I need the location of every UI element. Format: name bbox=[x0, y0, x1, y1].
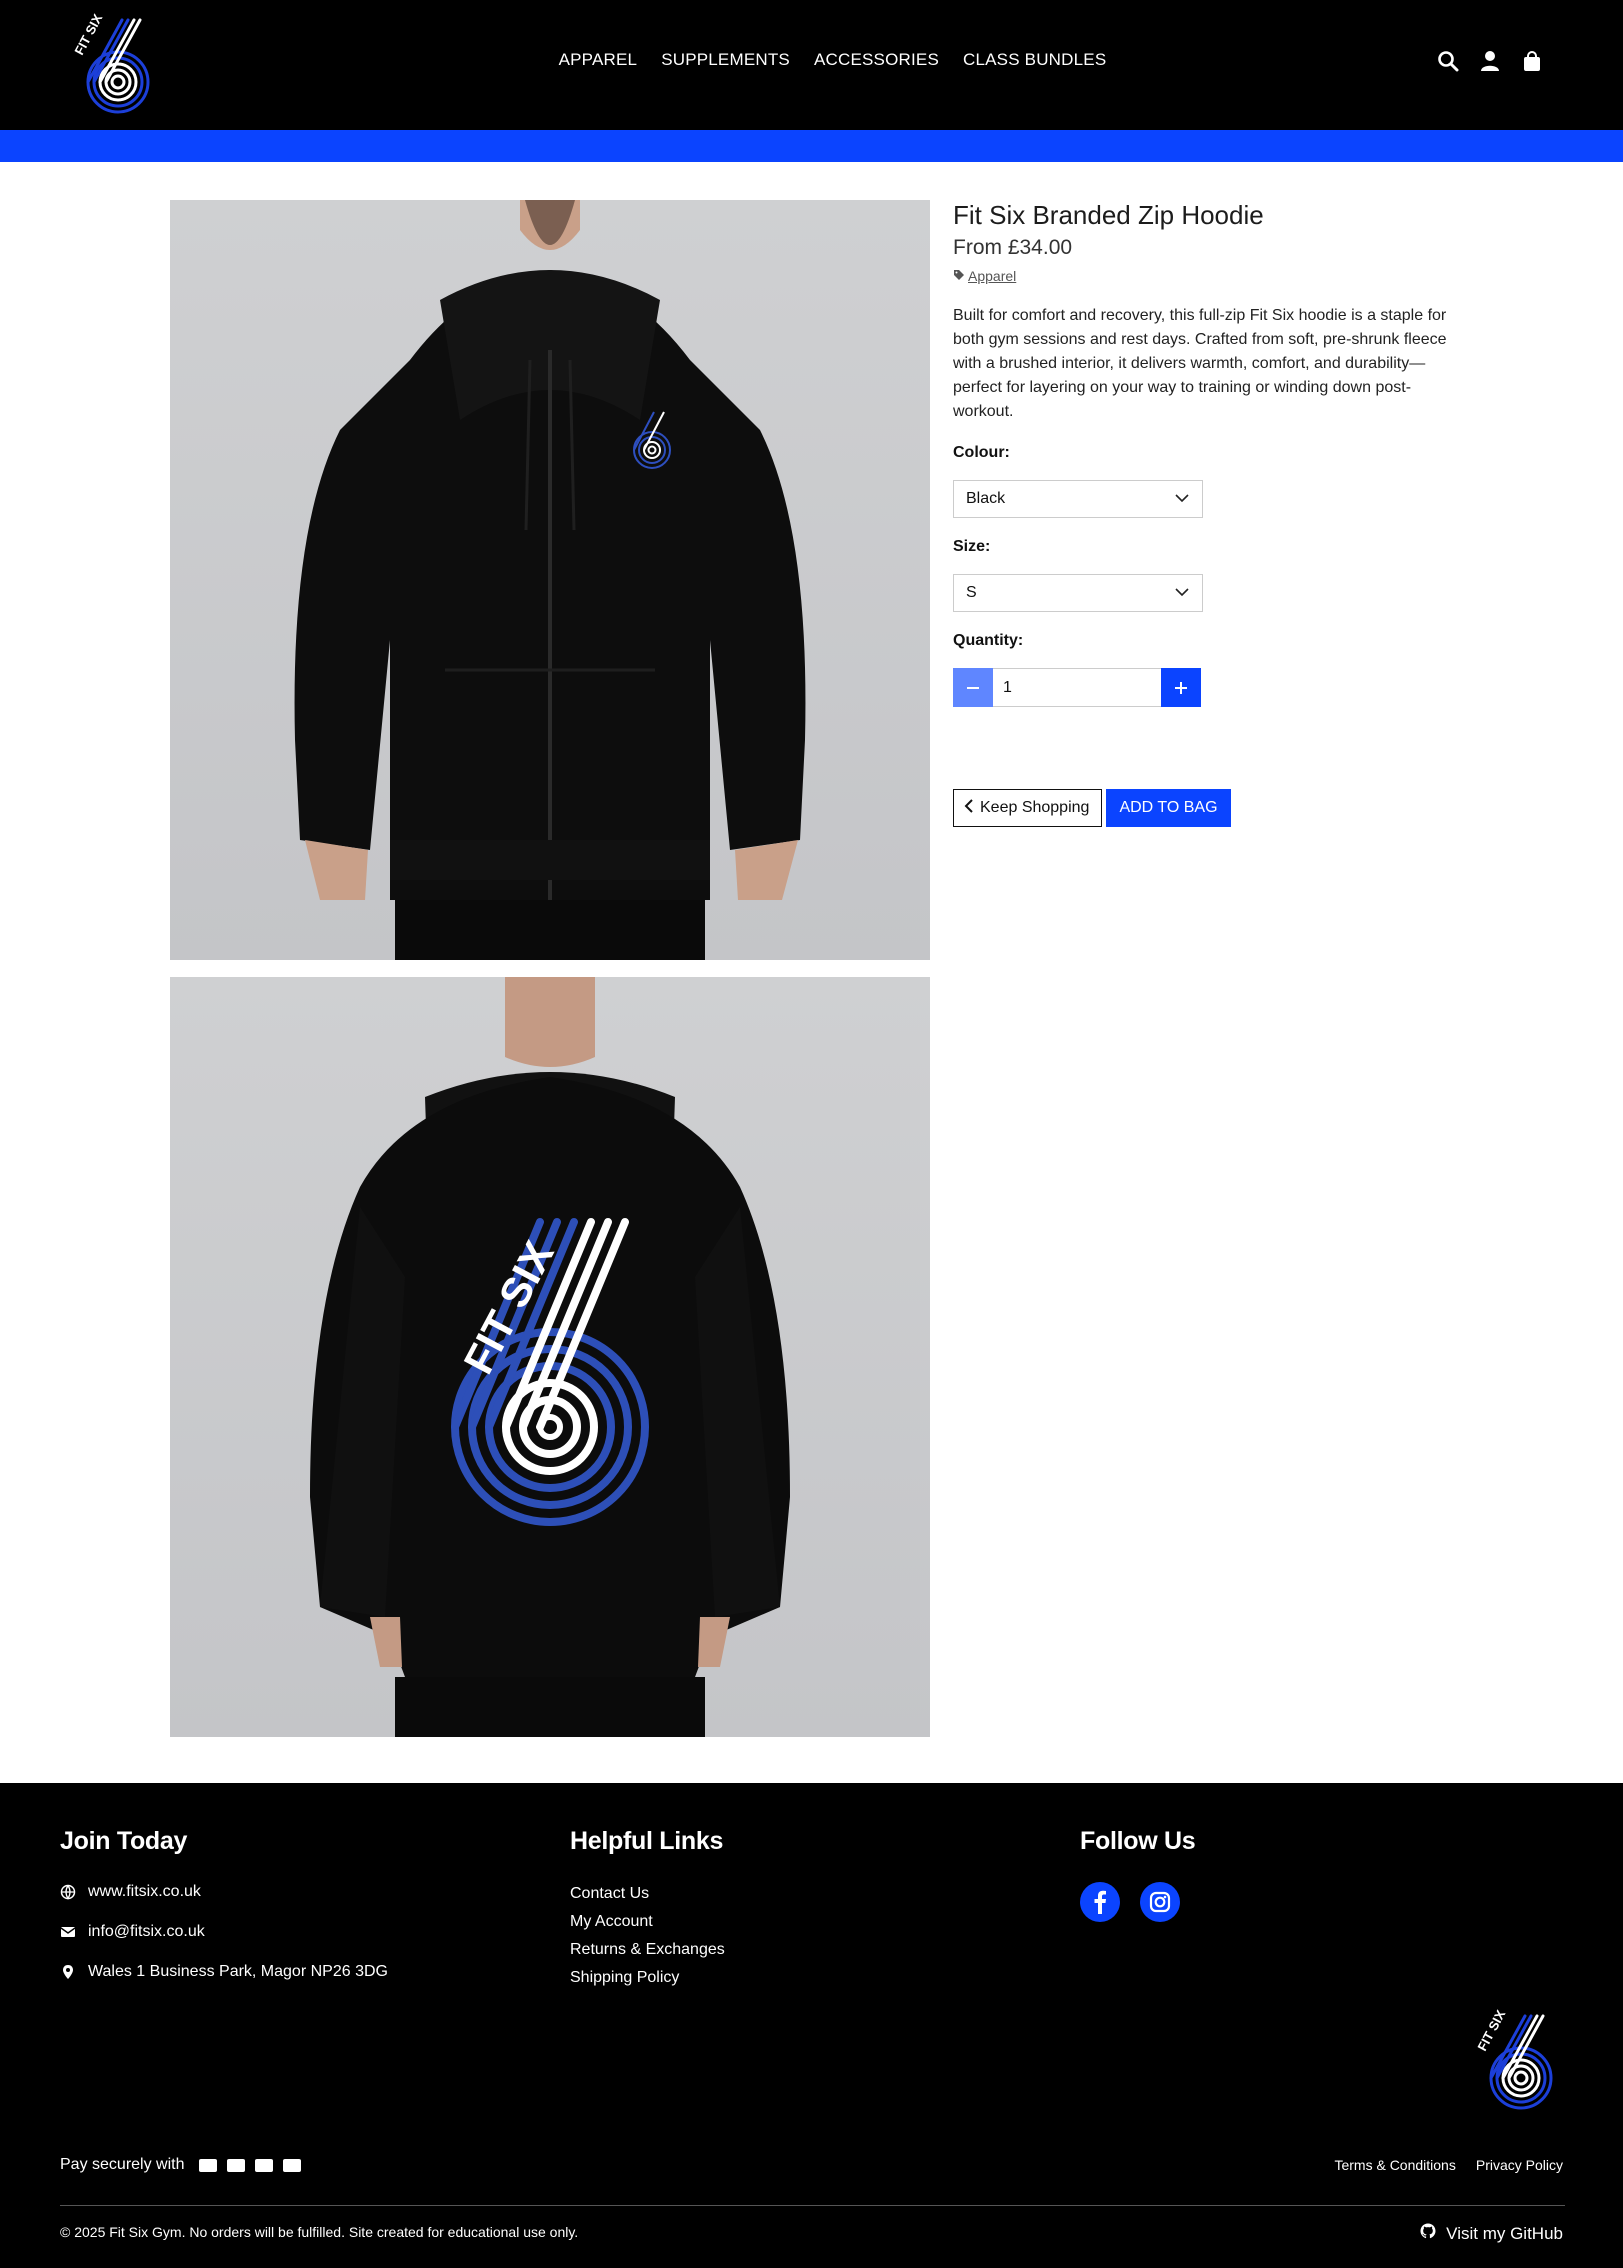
address-row: Wales 1 Business Park, Magor NP26 3DG bbox=[60, 1962, 388, 1982]
size-selected-value: S bbox=[966, 584, 977, 601]
email-text: info@fitsix.co.uk bbox=[88, 1923, 205, 1940]
privacy-link[interactable]: Privacy Policy bbox=[1476, 2157, 1563, 2173]
footer-follow-column: Follow Us bbox=[1080, 1827, 1196, 1922]
product-description: Built for comfort and recovery, this ful… bbox=[953, 307, 1447, 420]
chevron-down-icon bbox=[1174, 490, 1190, 506]
size-label: Size: bbox=[953, 538, 991, 555]
product-price: From £34.00 bbox=[953, 236, 1073, 259]
quantity-input[interactable]: 1 bbox=[993, 668, 1161, 707]
contact-list: www.fitsix.co.uk info@fitsix.co.uk Wales… bbox=[60, 1882, 388, 1982]
header-actions bbox=[1437, 50, 1543, 72]
email-row[interactable]: info@fitsix.co.uk bbox=[60, 1922, 388, 1942]
map-pin-icon bbox=[60, 1964, 76, 1980]
card-icons bbox=[198, 2158, 301, 2172]
svg-text:FIT SIX: FIT SIX bbox=[1474, 2008, 1508, 2053]
website-text: www.fitsix.co.uk bbox=[88, 1883, 201, 1900]
footer-helpful-column: Helpful Links Contact Us My Account Retu… bbox=[570, 1827, 725, 1992]
pay-label: Pay securely with bbox=[60, 2156, 185, 2173]
chevron-left-icon bbox=[964, 798, 974, 818]
main-nav: APPAREL SUPPLEMENTS ACCESSORIES CLASS BU… bbox=[0, 50, 1623, 70]
copyright-text: © 2025 Fit Six Gym. No orders will be fu… bbox=[60, 2224, 579, 2240]
size-select[interactable]: S bbox=[953, 574, 1203, 612]
bag-icon[interactable] bbox=[1521, 50, 1543, 72]
visa-icon bbox=[198, 2158, 217, 2172]
increment-button[interactable] bbox=[1161, 668, 1201, 707]
payment-methods: Pay securely with bbox=[60, 2156, 301, 2174]
envelope-icon bbox=[60, 1924, 76, 1940]
product-actions: Keep Shopping ADD TO BAG bbox=[953, 789, 1231, 827]
card-icon bbox=[282, 2158, 301, 2172]
tag-icon bbox=[953, 268, 965, 284]
instagram-icon[interactable] bbox=[1140, 1882, 1180, 1922]
footer-link-shipping[interactable]: Shipping Policy bbox=[570, 1964, 725, 1992]
facebook-icon[interactable] bbox=[1080, 1882, 1120, 1922]
hoodie-front-photo[interactable] bbox=[170, 200, 930, 960]
footer-fit-six-logo: FIT SIX bbox=[1473, 2007, 1563, 2112]
colour-label: Colour: bbox=[953, 444, 1010, 461]
product-title: Fit Six Branded Zip Hoodie bbox=[953, 200, 1264, 230]
footer-link-account[interactable]: My Account bbox=[570, 1908, 725, 1936]
nav-accessories[interactable]: ACCESSORIES bbox=[814, 50, 939, 70]
site-footer: Join Today www.fitsix.co.uk info@fitsix.… bbox=[0, 1783, 1623, 2268]
category-link[interactable]: Apparel bbox=[968, 268, 1016, 284]
website-row[interactable]: www.fitsix.co.uk bbox=[60, 1882, 388, 1902]
nav-class-bundles[interactable]: CLASS BUNDLES bbox=[963, 50, 1106, 70]
footer-divider bbox=[60, 2205, 1565, 2206]
quantity-label: Quantity: bbox=[953, 632, 1024, 649]
github-label: Visit my GitHub bbox=[1446, 2223, 1563, 2243]
mastercard-icon bbox=[226, 2158, 245, 2172]
github-link[interactable]: Visit my GitHub bbox=[1420, 2223, 1563, 2244]
helpful-links: Contact Us My Account Returns & Exchange… bbox=[570, 1880, 725, 1992]
join-heading: Join Today bbox=[60, 1827, 188, 1855]
search-icon[interactable] bbox=[1437, 50, 1459, 72]
user-icon[interactable] bbox=[1479, 50, 1501, 72]
amex-icon bbox=[254, 2158, 273, 2172]
site-header: FIT SIX APPAREL SUPPLEMENTS ACCESSORIES … bbox=[0, 0, 1623, 130]
footer-join-column: Join Today www.fitsix.co.uk info@fitsix.… bbox=[60, 1827, 388, 2002]
legal-links: Terms & Conditions Privacy Policy bbox=[1334, 2157, 1563, 2173]
social-links bbox=[1080, 1882, 1195, 1922]
terms-link[interactable]: Terms & Conditions bbox=[1334, 2157, 1455, 2173]
nav-apparel[interactable]: APPAREL bbox=[559, 50, 638, 70]
address-text: Wales 1 Business Park, Magor NP26 3DG bbox=[88, 1963, 388, 1980]
product-details: Fit Six Branded Zip Hoodie From £34.00 A… bbox=[953, 200, 1453, 827]
chevron-down-icon bbox=[1174, 584, 1190, 600]
footer-link-contact[interactable]: Contact Us bbox=[570, 1880, 725, 1908]
add-to-bag-button[interactable]: ADD TO BAG bbox=[1106, 789, 1231, 827]
hoodie-back-photo[interactable]: FIT SIX bbox=[170, 977, 930, 1737]
promo-bar bbox=[0, 130, 1623, 162]
helpful-heading: Helpful Links bbox=[570, 1827, 724, 1855]
github-icon bbox=[1420, 2223, 1436, 2244]
keep-shopping-button[interactable]: Keep Shopping bbox=[953, 789, 1103, 827]
quantity-stepper: 1 bbox=[953, 668, 1453, 707]
follow-heading: Follow Us bbox=[1080, 1827, 1196, 1855]
globe-icon bbox=[60, 1884, 76, 1900]
decrement-button[interactable] bbox=[953, 668, 993, 707]
product-category: Apparel bbox=[953, 268, 1453, 284]
colour-selected-value: Black bbox=[966, 490, 1006, 507]
nav-supplements[interactable]: SUPPLEMENTS bbox=[661, 50, 790, 70]
colour-select[interactable]: Black bbox=[953, 480, 1203, 518]
keep-shopping-label: Keep Shopping bbox=[980, 799, 1090, 816]
footer-link-returns[interactable]: Returns & Exchanges bbox=[570, 1936, 725, 1964]
